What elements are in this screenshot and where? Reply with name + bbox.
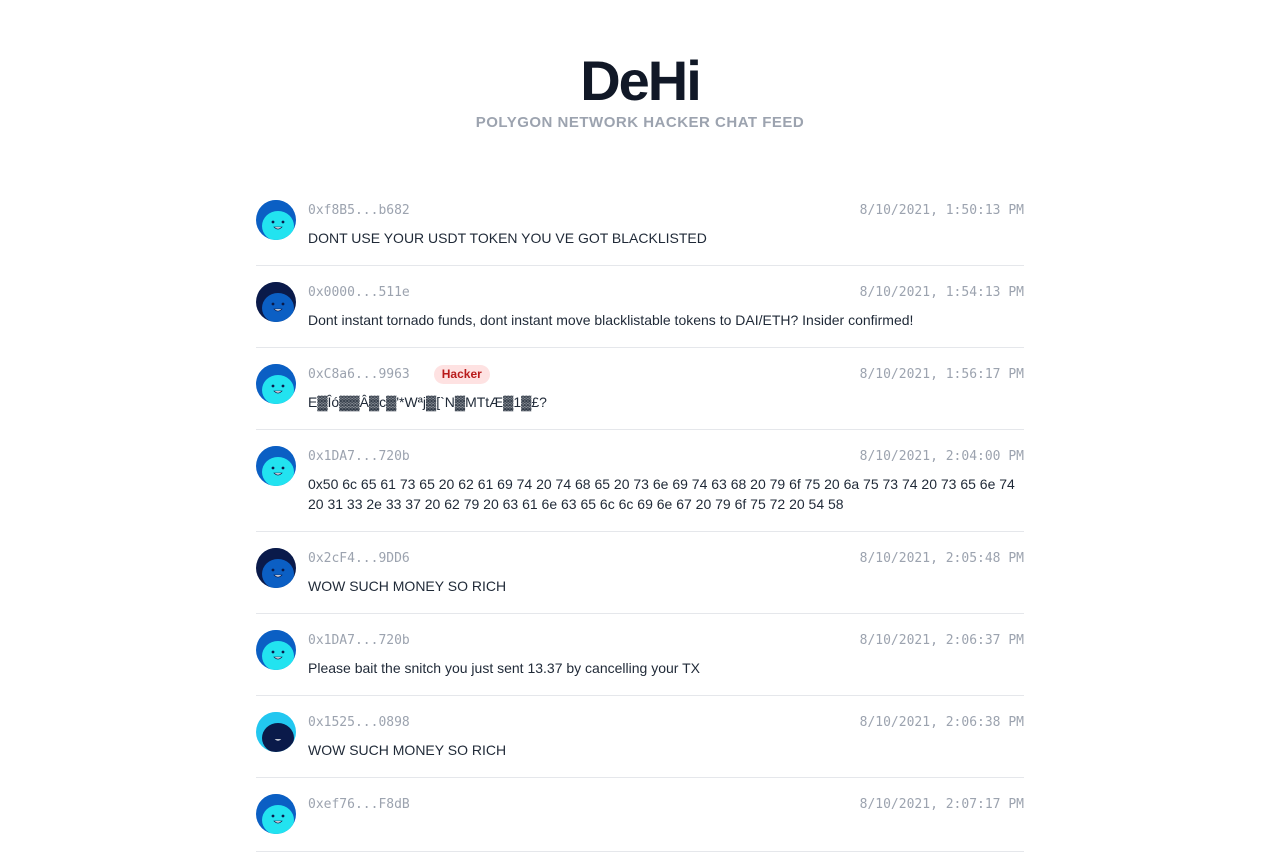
message-body: 0x1DA7...720b 8/10/2021, 2:04:00 PM 0x50 6… xyxy=(308,446,1024,514)
page-header: DeHi POLYGON NETWORK HACKER CHAT FEED xyxy=(0,0,1280,132)
sender-address[interactable]: 0x1DA7...720b xyxy=(308,449,410,464)
message-body: 0x1525...0898 8/10/2021, 2:06:38 PM WOW SU… xyxy=(308,712,1024,760)
sender-address[interactable]: 0x1525...0898 xyxy=(308,715,410,730)
message-body: 0x1DA7...720b 8/10/2021, 2:06:37 PM Please… xyxy=(308,630,1024,678)
app-title: DeHi xyxy=(580,49,702,112)
message-text: E▓Îó▓▓Â▓c▓'*Wªj▓[`N▓MTtÆ▓1▓£? xyxy=(308,394,547,410)
message-meta: 0x0000...511e 8/10/2021, 1:54:13 PM xyxy=(308,282,1024,302)
message-timestamp: 8/10/2021, 1:54:13 PM xyxy=(859,284,1024,300)
message-body: 0xef76...F8dB 8/10/2021, 2:07:17 PM xyxy=(308,794,1024,822)
message-timestamp: 8/10/2021, 1:50:13 PM xyxy=(859,202,1024,218)
message-meta: 0x1DA7...720b 8/10/2021, 2:06:37 PM xyxy=(308,630,1024,650)
chat-message: 0xef76...F8dB 8/10/2021, 2:07:17 PM xyxy=(256,778,1024,852)
message-timestamp: 8/10/2021, 2:06:38 PM xyxy=(859,714,1024,730)
message-text: Dont instant tornado funds, dont instant… xyxy=(308,312,914,328)
message-body: 0x2cF4...9DD6 8/10/2021, 2:05:48 PM WOW SU… xyxy=(308,548,1024,596)
sender-address[interactable]: 0x2cF4...9DD6 xyxy=(308,551,410,566)
message-timestamp: 8/10/2021, 2:06:37 PM xyxy=(859,632,1024,648)
message-text: DONT USE YOUR USDT TOKEN YOU VE GOT BLAC… xyxy=(308,230,707,246)
message-meta: 0x2cF4...9DD6 8/10/2021, 2:05:48 PM xyxy=(308,548,1024,568)
sender-address[interactable]: 0xef76...F8dB xyxy=(308,797,410,812)
message-timestamp: 8/10/2021, 2:07:17 PM xyxy=(859,796,1024,812)
face-avatar-icon xyxy=(256,200,296,240)
face-avatar-icon xyxy=(256,548,296,588)
face-avatar-icon xyxy=(256,794,296,834)
sender-address[interactable]: 0xf8B5...b682 xyxy=(308,203,410,218)
chat-message: 0x1DA7...720b 8/10/2021, 2:06:37 PM Please… xyxy=(256,614,1024,696)
face-avatar-icon xyxy=(256,282,296,322)
sender-address[interactable]: 0x1DA7...720b xyxy=(308,633,410,648)
sender-address[interactable]: 0xC8a6...9963 xyxy=(308,367,410,382)
message-text: WOW SUCH MONEY SO RICH xyxy=(308,578,507,594)
message-meta: 0xef76...F8dB 8/10/2021, 2:07:17 PM xyxy=(308,794,1024,814)
chat-feed: 0xf8B5...b682 8/10/2021, 1:50:13 PM DONT U… xyxy=(256,184,1024,852)
message-body: 0xf8B5...b682 8/10/2021, 1:50:13 PM DONT U… xyxy=(308,200,1024,248)
message-timestamp: 8/10/2021, 1:56:17 PM xyxy=(859,366,1024,382)
chat-message: 0x2cF4...9DD6 8/10/2021, 2:05:48 PM WOW SU… xyxy=(256,532,1024,614)
chat-message: 0x1525...0898 8/10/2021, 2:06:38 PM WOW SU… xyxy=(256,696,1024,778)
message-meta: 0x1525...0898 8/10/2021, 2:06:38 PM xyxy=(308,712,1024,732)
chat-message: 0x1DA7...720b 8/10/2021, 2:04:00 PM 0x50 6… xyxy=(256,430,1024,532)
message-meta: 0xC8a6...9963 Hacker 8/10/2021, 1:56:17 PM xyxy=(308,364,1024,384)
message-text: 0x50 6c 65 61 73 65 20 62 61 69 74 20 74… xyxy=(308,476,1015,512)
message-body: 0x0000...511e 8/10/2021, 1:54:13 PM Dont i… xyxy=(308,282,1024,330)
chat-message: 0x0000...511e 8/10/2021, 1:54:13 PM Dont i… xyxy=(256,266,1024,348)
message-text: Please bait the snitch you just sent 13.… xyxy=(308,660,700,676)
message-timestamp: 8/10/2021, 2:05:48 PM xyxy=(859,550,1024,566)
message-timestamp: 8/10/2021, 2:04:00 PM xyxy=(859,448,1024,464)
message-text: WOW SUCH MONEY SO RICH xyxy=(308,742,507,758)
message-meta: 0xf8B5...b682 8/10/2021, 1:50:13 PM xyxy=(308,200,1024,220)
hacker-badge: Hacker xyxy=(433,364,490,384)
chat-message: 0xC8a6...9963 Hacker 8/10/2021, 1:56:17 PM… xyxy=(256,348,1024,430)
sender-address[interactable]: 0x0000...511e xyxy=(308,285,410,300)
message-body: 0xC8a6...9963 Hacker 8/10/2021, 1:56:17 PM… xyxy=(308,364,1024,412)
face-avatar-icon xyxy=(256,446,296,486)
chat-message: 0xf8B5...b682 8/10/2021, 1:50:13 PM DONT U… xyxy=(256,184,1024,266)
app-subtitle: POLYGON NETWORK HACKER CHAT FEED xyxy=(475,114,805,131)
face-avatar-icon xyxy=(256,630,296,670)
face-avatar-icon xyxy=(256,712,296,752)
face-avatar-icon xyxy=(256,364,296,404)
message-meta: 0x1DA7...720b 8/10/2021, 2:04:00 PM xyxy=(308,446,1024,466)
